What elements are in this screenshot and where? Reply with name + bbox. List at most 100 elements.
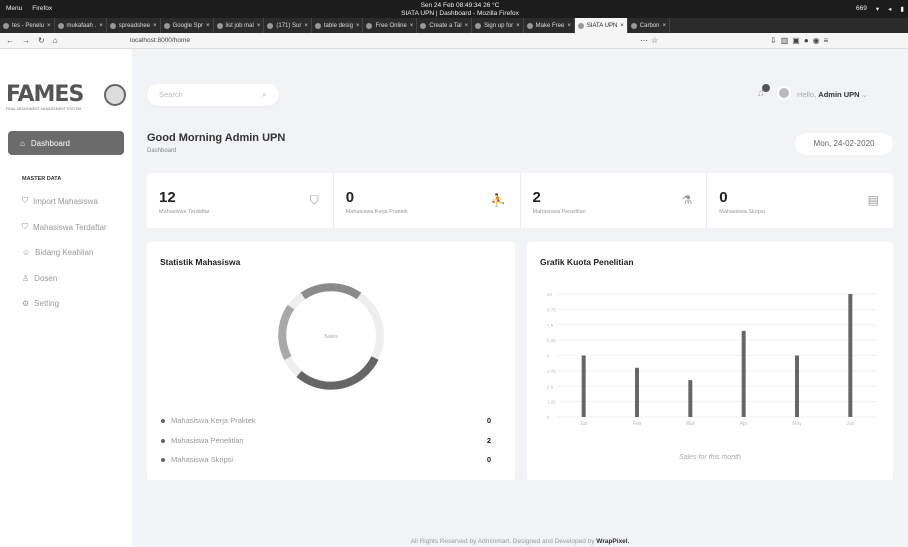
sidebar-item-label: Dosen (34, 274, 58, 283)
bar[interactable] (848, 294, 853, 417)
browser-tab[interactable]: list job mal × (214, 18, 265, 33)
donut-segment (300, 283, 362, 300)
card-title: Statistik Mahasiswa (160, 257, 241, 267)
tab-label: mukafaah . (66, 22, 97, 29)
close-icon[interactable]: × (304, 23, 308, 29)
bar[interactable] (581, 355, 586, 418)
donut-center-label: Sales (324, 334, 338, 340)
browser-tab[interactable]: Carbon × (628, 18, 670, 33)
close-icon[interactable]: × (356, 23, 360, 29)
close-icon[interactable]: × (410, 23, 414, 29)
tab-label: (171) Sur (276, 22, 302, 29)
date-display[interactable]: Mon, 24-02-2020 (795, 133, 893, 155)
avatar[interactable] (777, 86, 791, 100)
close-icon[interactable]: × (662, 23, 666, 29)
stat-value: 0 (719, 189, 728, 206)
legend-item: Mahasiswa Penelitian 2 (161, 436, 491, 445)
home-icon[interactable]: ⌂ (53, 36, 58, 45)
battery-icon[interactable]: ▮ (900, 5, 904, 13)
user-name: Admin UPN (818, 90, 860, 99)
sidebar-item-import-mahasiswa[interactable]: ⛉ Import Mahasiswa (22, 196, 98, 206)
close-icon[interactable]: × (516, 23, 520, 29)
stat-card-kerja-praktek[interactable]: 0 Mahasiswa Kerja Praktek ⛹ (334, 173, 521, 228)
legend-label: Mahasiswa Skripsi (171, 455, 234, 464)
os-top-bar: Menu Firefox Sen 24 Feb 08:49:34 26 °C S… (0, 0, 908, 18)
stat-value: 12 (159, 189, 176, 206)
logo-wordmark: FAMES (6, 82, 84, 107)
legend-item: Mahasiswa Kerja Praktek 0 (161, 416, 491, 425)
close-icon[interactable]: × (99, 23, 103, 29)
donut-segment (278, 304, 295, 360)
tab-label: list job mal (225, 22, 254, 29)
browser-tab[interactable]: spreadshee × (107, 18, 161, 33)
browser-tab[interactable]: Make Free × (524, 18, 575, 33)
breadcrumb: Dashboard (147, 148, 177, 154)
close-icon[interactable]: × (257, 23, 261, 29)
forward-icon[interactable]: → (22, 36, 30, 45)
stats-row: 12 Mahasiswa Terdaftar ⛉ 0 Mahasiswa Ker… (147, 173, 893, 228)
stat-card-mahasiswa-terdaftar[interactable]: 12 Mahasiswa Terdaftar ⛉ (147, 173, 334, 228)
browser-tab[interactable]: Free Online × (363, 18, 418, 33)
user-menu[interactable]: Hello, Admin UPN ⌄ (797, 90, 868, 99)
close-icon[interactable]: × (620, 23, 624, 29)
os-menu-button[interactable]: Menu (6, 5, 22, 12)
close-icon[interactable]: × (206, 23, 210, 29)
sidebar-item-dashboard[interactable]: ⌂ Dashboard (8, 131, 124, 155)
browser-tab[interactable]: mukafaah . × (55, 18, 107, 33)
toolbar-extensions-icon[interactable]: ⇩▥▣●◉≡ (770, 36, 832, 45)
sidebar-item-dosen[interactable]: ♙ Dosen (22, 274, 57, 283)
browser-tab[interactable]: Sign up for × (472, 18, 524, 33)
footer-brand-link[interactable]: WrapPixel. (596, 538, 629, 545)
tab-label: Sign up for (484, 22, 514, 29)
search-icon[interactable]: ⌕ (262, 89, 267, 100)
sidebar-item-label: Dashboard (30, 138, 70, 148)
legend-value: 0 (486, 416, 491, 425)
sidebar (0, 49, 132, 547)
sidebar-item-label: Setting (34, 299, 60, 308)
sidebar-item-label: Bidang Keahlian (35, 248, 94, 257)
address-bar[interactable]: localhost:8000/home (130, 37, 190, 44)
sidebar-item-bidang-keahlian[interactable]: ☺ Bidang Keahlian (22, 248, 93, 257)
footer-text: All Rights Reserved by Adminmart. Design… (410, 538, 595, 545)
browser-tab-strip: tes - Penelu × mukafaah . × spreadshee × Googl… (0, 18, 908, 33)
back-icon[interactable]: ← (6, 36, 14, 45)
close-icon[interactable]: × (153, 23, 157, 29)
favicon-icon (577, 22, 584, 29)
bell-icon[interactable]: ♫ (757, 84, 770, 99)
volume-icon[interactable]: ◂ (888, 5, 891, 13)
close-icon[interactable]: × (567, 23, 571, 29)
firefox-launcher[interactable]: Firefox (32, 5, 52, 12)
stat-card-skripsi[interactable]: 0 Mahasiswa Skripsi ▤ (707, 173, 893, 228)
x-tick-label: Jan (580, 421, 588, 427)
browser-tab[interactable]: Create a Tal × (417, 18, 473, 33)
bar[interactable] (688, 380, 693, 417)
sidebar-item-setting[interactable]: ⚙ Setting (22, 299, 59, 308)
page-actions-icon[interactable]: ⋯☆ (640, 36, 661, 45)
favicon-icon (57, 22, 64, 29)
wifi-icon[interactable]: ▾ (876, 5, 879, 13)
y-tick-label: 3.75 (547, 369, 556, 374)
stat-card-penelitian[interactable]: 2 Mahasiswa Penelitian ⚗ (521, 173, 708, 228)
browser-tab[interactable]: table desig × (312, 18, 364, 33)
bar[interactable] (635, 367, 639, 417)
bar[interactable] (741, 330, 746, 417)
tab-label: table desig (323, 22, 353, 29)
chevron-down-icon: ⌄ (861, 90, 868, 99)
browser-tab[interactable]: (171) Sur × (264, 18, 312, 33)
close-icon[interactable]: × (47, 23, 51, 29)
favicon-icon (109, 22, 116, 29)
search-input[interactable]: Search ⌕ (147, 84, 279, 106)
sidebar-item-label: Import Mahasiswa (33, 196, 98, 206)
browser-tab[interactable]: Google Spr × (161, 18, 214, 33)
fames-logo[interactable]: FAMES FINAL ASSIGNMENT MANAGEMENT SYSTEM (6, 82, 126, 122)
browser-tab[interactable]: tes - Penelu × (0, 18, 55, 33)
os-clock: Sen 24 Feb 08:49:34 (420, 2, 482, 9)
tab-label: Create a Tal (429, 22, 462, 29)
y-tick-label: 7.5 (547, 323, 554, 328)
page-title: Good Morning Admin UPN (147, 132, 286, 144)
sidebar-item-mahasiswa-terdaftar[interactable]: ⛉ Mahasiswa Terdaftar (22, 222, 107, 232)
browser-tab[interactable]: SIATA UPN × (574, 18, 628, 33)
close-icon[interactable]: × (465, 23, 469, 29)
reload-icon[interactable]: ↻ (38, 36, 45, 45)
bar[interactable] (795, 355, 799, 418)
